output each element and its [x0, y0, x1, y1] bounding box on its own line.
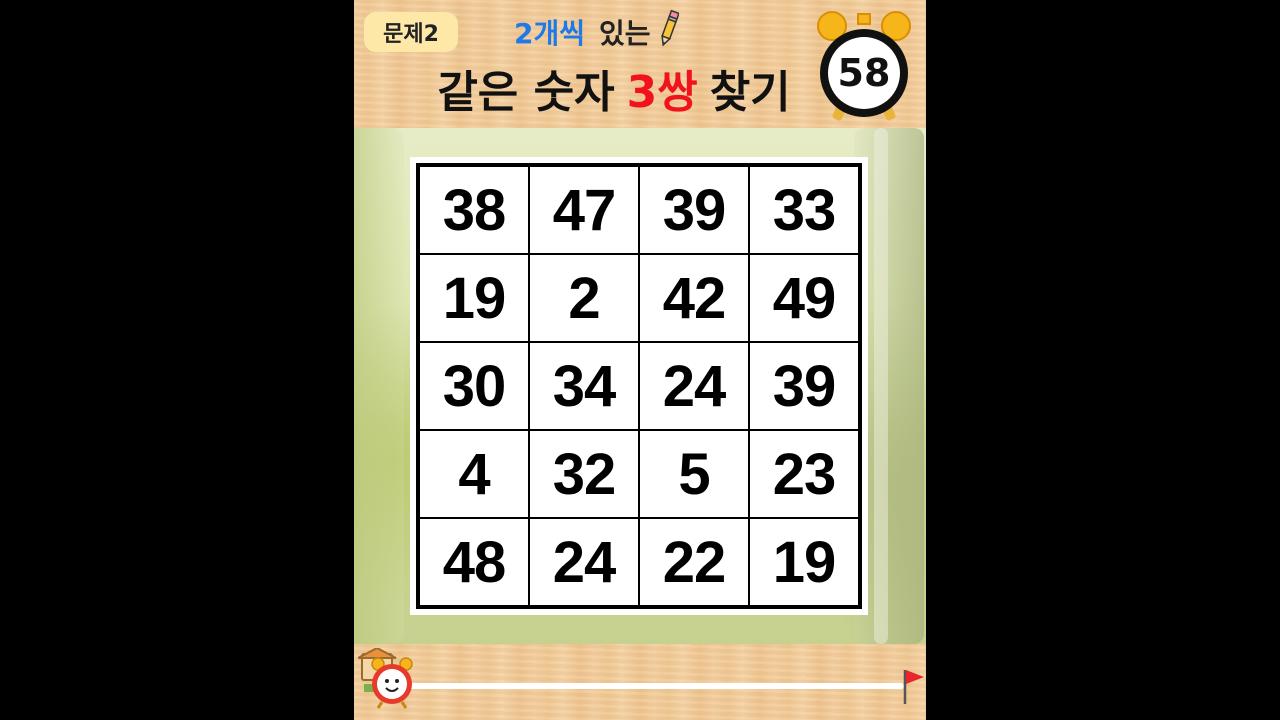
grid-cell[interactable]: 19	[419, 254, 529, 342]
timer-value: 58	[837, 51, 891, 95]
grid-cell[interactable]: 24	[529, 518, 639, 606]
page-title: 같은 숫자 3쌍 찾기	[414, 56, 814, 120]
grid-cell[interactable]: 5	[639, 430, 749, 518]
grid-cell[interactable]: 39	[639, 166, 749, 254]
grid-cell[interactable]: 30	[419, 342, 529, 430]
grid-cell[interactable]: 38	[419, 166, 529, 254]
subtitle: 2개씩 있는	[514, 9, 734, 56]
subtitle-text: 있는	[599, 17, 651, 50]
number-grid: 38 47 39 33 19 2 42 49 30 34 24 39 4 32 …	[410, 157, 868, 615]
grid-cell[interactable]: 22	[639, 518, 749, 606]
title-text: 같은 숫자	[437, 67, 615, 118]
grid-cell[interactable]: 4	[419, 430, 529, 518]
grid-cell[interactable]: 47	[529, 166, 639, 254]
title-accent: 3쌍	[626, 67, 698, 118]
grid-cell[interactable]: 48	[419, 518, 529, 606]
grid-cell[interactable]: 39	[749, 342, 859, 430]
time-progress-track	[406, 683, 904, 689]
puzzle-screen: 문제2 2개씩 있는 같은 숫자 3쌍 찾기 58 38 47 39 33 19…	[354, 0, 926, 720]
grid-cell[interactable]: 24	[639, 342, 749, 430]
countdown-timer: 58	[812, 6, 916, 122]
grid-cell[interactable]: 42	[639, 254, 749, 342]
clock-character-icon	[357, 646, 418, 710]
pencil-icon	[659, 9, 680, 56]
title-text-end: 찾기	[709, 67, 791, 118]
grid-cell[interactable]: 23	[749, 430, 859, 518]
finish-flag-icon	[900, 666, 926, 706]
subtitle-accent: 2개씩	[514, 17, 586, 50]
grid-cell[interactable]: 33	[749, 166, 859, 254]
grid-cell[interactable]: 19	[749, 518, 859, 606]
grid-cell[interactable]: 32	[529, 430, 639, 518]
grid-cell[interactable]: 49	[749, 254, 859, 342]
problem-badge: 문제2	[364, 12, 458, 52]
grid-cell[interactable]: 2	[529, 254, 639, 342]
grid-cell[interactable]: 34	[529, 342, 639, 430]
